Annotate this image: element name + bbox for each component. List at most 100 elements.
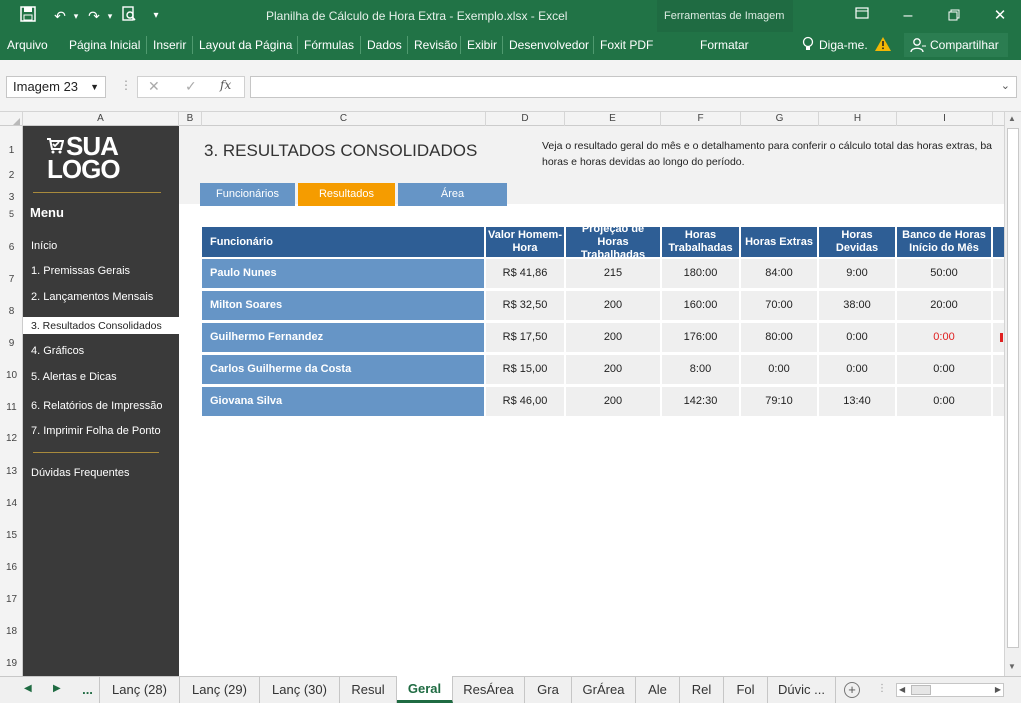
tab-formatar[interactable]: Formatar — [700, 38, 749, 52]
tab-revisao[interactable]: Revisão — [414, 38, 457, 52]
sheet-tab-grarea[interactable]: GrÁrea — [572, 677, 636, 703]
customize-toolbar-icon[interactable]: ▾ — [146, 6, 166, 26]
sidebar-item-folha-ponto[interactable]: 7. Imprimir Folha de Ponto — [31, 425, 161, 437]
row-header[interactable]: 2 — [0, 170, 23, 181]
row-header[interactable]: 1 — [0, 145, 23, 156]
sheet-tab-rel[interactable]: Rel — [680, 677, 724, 703]
tab-dados[interactable]: Dados — [367, 38, 402, 52]
column-header-d[interactable]: D — [486, 112, 565, 126]
scroll-up-icon[interactable]: ▲ — [1008, 114, 1016, 123]
chevron-down-icon[interactable]: ▼ — [90, 77, 99, 97]
employee-name: Carlos Guilherme da Costa — [202, 355, 484, 384]
column-header-i[interactable]: I — [897, 112, 993, 126]
formula-bar: Imagem 23 ▼ ⋮ ✕ ✓ fx ⌄ — [0, 60, 1021, 112]
column-header-e[interactable]: E — [565, 112, 661, 126]
scroll-tabs-right-icon[interactable]: ▶ — [53, 683, 61, 694]
row-header[interactable]: 17 — [0, 594, 23, 605]
sheet-tab-gra[interactable]: Gra — [525, 677, 572, 703]
tab-formulas[interactable]: Fórmulas — [304, 38, 354, 52]
save-icon[interactable] — [18, 6, 38, 26]
add-sheet-icon[interactable]: + — [844, 682, 860, 698]
row-header[interactable]: 10 — [0, 370, 23, 381]
row-header[interactable]: 14 — [0, 498, 23, 509]
sheet-tab-resarea[interactable]: ResÁrea — [453, 677, 525, 703]
enter-icon[interactable]: ✓ — [185, 78, 197, 95]
restore-icon[interactable] — [944, 6, 964, 26]
sidebar-item-premissas[interactable]: 1. Premissas Gerais — [31, 265, 130, 277]
scroll-tabs-left-icon[interactable]: ◀ — [24, 683, 32, 694]
more-tabs-button[interactable]: ... — [76, 677, 100, 703]
tab-arquivo[interactable]: Arquivo — [7, 38, 48, 52]
tab-exibir[interactable]: Exibir — [467, 38, 497, 52]
row-header[interactable]: 12 — [0, 433, 23, 444]
tell-me-button[interactable]: Diga-me. — [819, 38, 868, 52]
hscroll-thumb[interactable] — [911, 685, 931, 695]
column-header-a[interactable]: A — [23, 112, 179, 126]
sheet-tab-lanc-28[interactable]: Lanç (28) — [100, 677, 180, 703]
scroll-right-icon[interactable]: ▶ — [995, 684, 1001, 696]
sheet-tab-lanc-29[interactable]: Lanç (29) — [180, 677, 260, 703]
horizontal-scrollbar[interactable]: ◀ ▶ — [896, 683, 1004, 697]
row-header[interactable]: 8 — [0, 306, 23, 317]
tab-funcionarios[interactable]: Funcionários — [200, 183, 295, 206]
tab-desenvolvedor[interactable]: Desenvolvedor — [509, 38, 589, 52]
share-label[interactable]: Compartilhar — [930, 38, 999, 52]
row-header[interactable]: 6 — [0, 242, 23, 253]
sheet-tabs-bar: ◀ ▶ ... Lanç (28) Lanç (29) Lanç (30) Re… — [0, 676, 1021, 703]
ribbon-display-icon[interactable] — [852, 6, 872, 26]
column-header-f[interactable]: F — [661, 112, 741, 126]
sheet-tab-duvidas[interactable]: Dúvic ... — [768, 677, 836, 703]
row-header[interactable]: 5 — [0, 209, 23, 219]
tab-layout[interactable]: Layout da Página — [199, 38, 292, 52]
column-header-g[interactable]: G — [741, 112, 819, 126]
sheet-tab-ale[interactable]: Ale — [636, 677, 680, 703]
sidebar-item-graficos[interactable]: 4. Gráficos — [31, 345, 84, 357]
scroll-thumb[interactable] — [1007, 128, 1019, 648]
minimize-icon[interactable]: – — [898, 6, 918, 26]
row-header[interactable]: 16 — [0, 562, 23, 573]
print-preview-icon[interactable] — [119, 6, 139, 26]
sidebar-item-alertas[interactable]: 5. Alertas e Dicas — [31, 371, 117, 383]
name-box[interactable]: Imagem 23 ▼ — [6, 76, 106, 98]
sheet-tab-geral[interactable]: Geral — [397, 676, 453, 703]
select-all-corner[interactable] — [0, 112, 23, 126]
sidebar-item-relatorios[interactable]: 6. Relatórios de Impressão — [31, 400, 162, 412]
scroll-left-icon[interactable]: ◀ — [899, 684, 905, 696]
vertical-scrollbar[interactable]: ▲ ▼ — [1004, 112, 1021, 676]
sidebar-item-lancamentos[interactable]: 2. Lançamentos Mensais — [31, 291, 153, 303]
picture-tools-label: Ferramentas de Imagem — [664, 10, 785, 22]
tab-pagina-inicial[interactable]: Página Inicial — [69, 38, 140, 52]
sheet-tab-fol[interactable]: Fol — [724, 677, 768, 703]
row-header[interactable]: 13 — [0, 466, 23, 477]
tab-inserir[interactable]: Inserir — [153, 38, 186, 52]
row-header[interactable]: 15 — [0, 530, 23, 541]
row-header[interactable]: 3 — [0, 192, 23, 203]
close-icon[interactable]: ✕ — [990, 6, 1010, 26]
scroll-down-icon[interactable]: ▼ — [1008, 662, 1016, 671]
cell-valor: R$ 17,50 — [486, 323, 564, 352]
row-header[interactable]: 19 — [0, 658, 23, 669]
sidebar-item-duvidas[interactable]: Dúvidas Frequentes — [31, 467, 129, 479]
formula-input[interactable]: ⌄ — [250, 76, 1017, 98]
sidebar-item-resultados[interactable]: 3. Resultados Consolidados — [31, 320, 162, 332]
row-header[interactable]: 9 — [0, 338, 23, 349]
warning-icon[interactable] — [875, 37, 891, 54]
redo-dropdown-icon[interactable]: ▾ — [100, 6, 120, 26]
column-header-b[interactable]: B — [179, 112, 202, 126]
cancel-icon[interactable]: ✕ — [148, 78, 160, 95]
row-header[interactable]: 7 — [0, 274, 23, 285]
title-bar: ↶ ▾ ↷ ▾ ▾ Planilha de Cálculo de Hora Ex… — [0, 0, 1021, 56]
sheet-tab-resul[interactable]: Resul — [340, 677, 397, 703]
column-header-c[interactable]: C — [202, 112, 486, 126]
expand-formula-icon[interactable]: ⌄ — [1001, 79, 1010, 92]
sidebar-item-inicio[interactable]: Início — [31, 240, 57, 252]
function-icon[interactable]: fx — [220, 78, 231, 92]
tab-foxit-pdf[interactable]: Foxit PDF — [600, 38, 653, 52]
tab-resultados[interactable]: Resultados — [298, 183, 395, 206]
undo-dropdown-icon[interactable]: ▾ — [66, 6, 86, 26]
sheet-tab-lanc-30[interactable]: Lanç (30) — [260, 677, 340, 703]
row-header[interactable]: 18 — [0, 626, 23, 637]
column-header-h[interactable]: H — [819, 112, 897, 126]
row-header[interactable]: 11 — [0, 402, 23, 413]
tab-area[interactable]: Área — [398, 183, 507, 206]
